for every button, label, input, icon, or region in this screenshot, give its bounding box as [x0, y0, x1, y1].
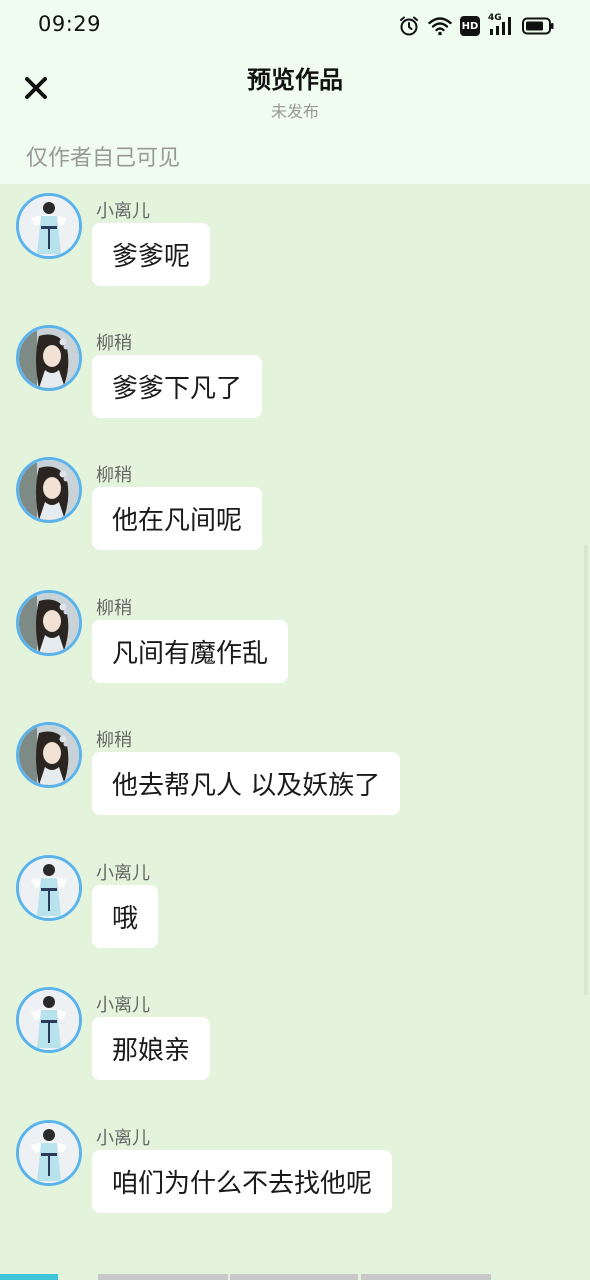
sender-name: 柳稍 — [96, 465, 132, 486]
header: 预览作品 未发布 — [0, 52, 590, 130]
alarm-icon — [398, 15, 420, 37]
avatar-liushao[interactable] — [16, 457, 82, 523]
sender-name: 小离儿 — [96, 201, 150, 222]
message-bubble[interactable]: 他去帮凡人 以及妖族了 — [92, 752, 401, 815]
hd-icon: HD — [460, 16, 480, 36]
chat-message: 柳稍 他去帮凡人 以及妖族了 — [0, 716, 590, 826]
avatar-liushao[interactable] — [16, 722, 82, 788]
avatar-xiaolier[interactable] — [16, 193, 82, 259]
chat-message: 小离儿 咱们为什么不去找他呢 — [0, 1114, 590, 1224]
chat-message: 柳稍 他在凡间呢 — [0, 451, 590, 561]
chat-message: 小离儿 那娘亲 — [0, 981, 590, 1091]
sender-name: 小离儿 — [96, 1128, 150, 1149]
sender-name: 小离儿 — [96, 995, 150, 1016]
sender-name: 柳稍 — [96, 333, 132, 354]
status-icons: HD 4G — [398, 13, 554, 38]
message-bubble[interactable]: 爹爹下凡了 — [92, 355, 263, 418]
chat-message: 小离儿 哦 — [0, 849, 590, 959]
sender-name: 柳稍 — [96, 730, 132, 751]
status-bar: 09:29 HD 4G — [0, 0, 590, 52]
tab-indicator-active[interactable] — [0, 1274, 58, 1280]
message-bubble[interactable]: 咱们为什么不去找他呢 — [92, 1150, 393, 1213]
status-time: 09:29 — [38, 12, 102, 36]
message-bubble[interactable]: 哦 — [92, 885, 159, 948]
signal-4g-icon: 4G — [488, 13, 514, 37]
avatar-liushao[interactable] — [16, 590, 82, 656]
avatar-xiaolier[interactable] — [16, 987, 82, 1053]
visibility-note: 仅作者自己可见 — [26, 146, 181, 171]
tab-indicator[interactable] — [230, 1274, 358, 1280]
chat-message: 柳稍 爹爹下凡了 — [0, 319, 590, 429]
page-title: 预览作品 — [247, 66, 343, 94]
avatar-xiaolier[interactable] — [16, 1120, 82, 1186]
chat-message: 小离儿 爹爹呢 — [0, 187, 590, 297]
message-bubble[interactable]: 凡间有魔作乱 — [92, 620, 289, 683]
avatar-liushao[interactable] — [16, 325, 82, 391]
tab-indicator[interactable] — [361, 1274, 491, 1280]
message-bubble[interactable]: 那娘亲 — [92, 1017, 211, 1080]
message-bubble[interactable]: 他在凡间呢 — [92, 487, 263, 550]
tab-indicator[interactable] — [98, 1274, 228, 1280]
scrollbar[interactable] — [584, 545, 588, 995]
sender-name: 柳稍 — [96, 598, 132, 619]
battery-icon — [522, 17, 554, 35]
top-area: 09:29 HD 4G 预览作品 未发布 仅作者自己可见 — [0, 0, 590, 184]
message-bubble[interactable]: 爹爹呢 — [92, 223, 211, 286]
chat-list[interactable]: 小离儿 爹爹呢 柳稍 爹爹下凡了 柳稍 他在凡间呢 柳稍 凡间有魔作乱 柳稍 他… — [0, 184, 590, 1274]
page-subtitle: 未发布 — [270, 102, 319, 121]
avatar-xiaolier[interactable] — [16, 855, 82, 921]
hd-label: HD — [461, 20, 479, 32]
sender-name: 小离儿 — [96, 863, 150, 884]
chat-message: 柳稍 凡间有魔作乱 — [0, 584, 590, 694]
wifi-icon — [428, 16, 452, 36]
bottom-tab-indicator — [0, 1274, 590, 1280]
